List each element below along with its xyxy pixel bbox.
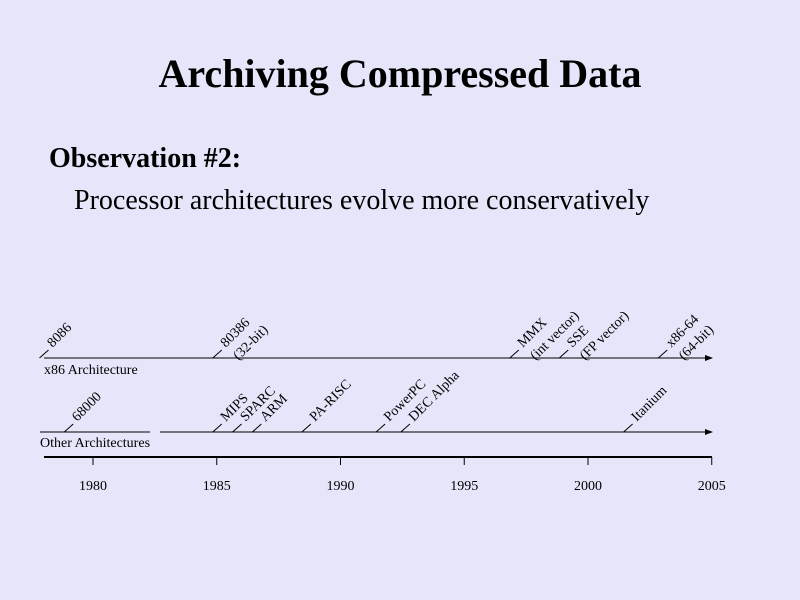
year-tick-label: 2000 (574, 479, 602, 494)
event-marker (375, 423, 386, 433)
event-marker (63, 423, 74, 433)
event-label-line: 68000 (69, 389, 104, 424)
year-tick-label: 1980 (79, 479, 107, 494)
event-label: SSE(FP vector) (564, 296, 632, 364)
event-label: x86-64(64-bit) (663, 310, 717, 364)
event-marker (39, 349, 49, 359)
event-marker (558, 349, 569, 359)
event-label: Itanium (629, 383, 670, 424)
other-events: 68000 MIPSSPARCARM PA-RISC PowerPCDEC Alpha… (63, 368, 670, 433)
event-label: MMX(int vector) (515, 296, 583, 364)
architecture-timeline: x86 Architecture 8086 80386(32-bit) MMX(in… (39, 296, 726, 494)
other-row-label: Other Architectures (40, 436, 150, 451)
event-marker (509, 349, 520, 359)
year-tick-label: 1985 (203, 479, 231, 494)
event-marker (400, 423, 411, 433)
event-marker (232, 423, 242, 433)
year-tick-label: 1990 (327, 479, 355, 494)
event-label-line: 8086 (45, 320, 75, 350)
event-label: 8086 (45, 320, 75, 350)
year-tick-label: 1995 (450, 479, 478, 494)
x86-events: 8086 80386(32-bit) MMX(int vector)SSE(FP v… (39, 296, 717, 364)
event-marker (212, 349, 223, 359)
event-label: PA-RISC (307, 377, 355, 425)
event-marker (301, 423, 312, 433)
event-marker (657, 349, 668, 359)
event-label-line: PA-RISC (307, 377, 355, 425)
x86-row-label: x86 Architecture (44, 363, 138, 378)
year-ticks: 1980 1985 1990 1995 2000 2005 (79, 457, 726, 494)
event-label: 68000 (69, 389, 104, 424)
event-label: 80386(32-bit) (218, 310, 272, 364)
event-label-line: Itanium (629, 383, 670, 424)
event-marker (623, 423, 633, 433)
event-marker (252, 423, 262, 433)
year-tick-label: 2005 (698, 479, 726, 494)
event-marker (212, 423, 223, 433)
